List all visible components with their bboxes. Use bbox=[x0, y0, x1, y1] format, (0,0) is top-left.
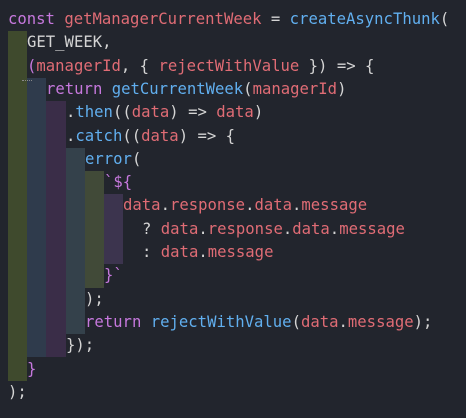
code-token: data bbox=[300, 312, 339, 331]
code-token: = bbox=[261, 10, 290, 28]
code-token: getCurrentWeek bbox=[111, 79, 244, 98]
code-token: ( bbox=[243, 79, 253, 98]
code-token: response bbox=[169, 196, 246, 215]
code-token: ); bbox=[413, 312, 433, 331]
code-token: ( bbox=[27, 56, 37, 75]
code-token: ) bbox=[337, 79, 347, 98]
code-editor[interactable]: const getManagerCurrentWeek = createAsyn… bbox=[0, 0, 466, 418]
code-token: rejectWithValue bbox=[158, 56, 300, 75]
code-token: data bbox=[254, 196, 293, 215]
code-line[interactable]: error( bbox=[85, 148, 141, 171]
code-token: } bbox=[27, 359, 37, 378]
code-token: rejectWithValue bbox=[150, 312, 292, 331]
code-token: data bbox=[141, 126, 179, 145]
code-line[interactable]: .catch((data) => { bbox=[66, 125, 235, 148]
code-token: . bbox=[66, 126, 76, 145]
code-token: }); bbox=[66, 336, 95, 355]
code-token: GET_WEEK, bbox=[27, 33, 112, 52]
code-token: . bbox=[282, 219, 293, 238]
code-line[interactable]: return getCurrentWeek(managerId) bbox=[46, 78, 346, 101]
indent-guide-level-3 bbox=[46, 101, 66, 358]
code-token: ( bbox=[439, 10, 450, 28]
code-token: . bbox=[338, 312, 348, 331]
code-token: ? bbox=[142, 219, 161, 238]
code-token: createAsyncThunk bbox=[289, 10, 440, 28]
code-line[interactable]: .then((data) => data) bbox=[66, 101, 263, 124]
code-token: ); bbox=[8, 382, 27, 401]
code-token: message bbox=[347, 312, 414, 331]
code-token: message bbox=[301, 196, 368, 215]
code-token: then bbox=[75, 103, 113, 122]
code-token: const bbox=[8, 10, 55, 28]
code-token: error bbox=[85, 149, 132, 168]
code-token: ) => { bbox=[178, 126, 236, 145]
code-token: managerId bbox=[36, 56, 121, 75]
code-line[interactable]: : data.message bbox=[142, 241, 273, 264]
code-token: getManagerCurrentWeek bbox=[64, 10, 262, 28]
code-line[interactable]: ); bbox=[8, 381, 27, 404]
code-token: data bbox=[160, 243, 199, 261]
code-token: . bbox=[160, 196, 170, 215]
code-line[interactable]: }` bbox=[104, 264, 123, 287]
code-token: data bbox=[216, 103, 254, 122]
code-token: response bbox=[207, 219, 283, 238]
code-token: ( bbox=[131, 149, 142, 168]
code-token: , { bbox=[120, 56, 159, 75]
code-token: ); bbox=[85, 289, 104, 308]
code-token: data bbox=[292, 219, 330, 238]
code-token: return bbox=[85, 312, 142, 331]
code-token: message bbox=[339, 219, 405, 238]
fold-marker-icon bbox=[22, 80, 32, 84]
code-line[interactable]: } bbox=[27, 358, 36, 381]
code-token: (( bbox=[112, 103, 132, 122]
code-token: . bbox=[66, 103, 76, 122]
indent-guide-level-4 bbox=[66, 147, 85, 335]
code-token: }` bbox=[104, 266, 123, 285]
code-token: . bbox=[198, 219, 208, 238]
code-token: return bbox=[46, 79, 103, 98]
code-line[interactable]: return rejectWithValue(data.message); bbox=[85, 311, 432, 334]
code-line[interactable]: GET_WEEK, bbox=[27, 31, 112, 54]
indent-guide-level-5 bbox=[85, 171, 104, 288]
code-token: catch bbox=[75, 126, 123, 145]
code-token: message bbox=[207, 243, 274, 261]
code-token: managerId bbox=[252, 79, 338, 98]
code-token: ) => bbox=[169, 103, 217, 122]
code-token: : bbox=[142, 243, 161, 261]
code-token: . bbox=[292, 196, 302, 215]
indent-guide-level-2 bbox=[27, 77, 46, 358]
code-token: data bbox=[160, 219, 199, 238]
code-line[interactable]: data.response.data.message bbox=[123, 194, 367, 217]
code-line[interactable]: `${ bbox=[104, 171, 132, 194]
code-line[interactable]: ? data.response.data.message bbox=[142, 218, 405, 241]
code-token: ) bbox=[253, 103, 264, 122]
code-line[interactable]: ); bbox=[85, 288, 104, 311]
code-token: data bbox=[131, 103, 170, 122]
code-line[interactable]: const getManagerCurrentWeek = createAsyn… bbox=[8, 8, 449, 31]
code-token: ( bbox=[291, 312, 301, 331]
code-token: . bbox=[198, 243, 208, 261]
code-token: }) => { bbox=[299, 56, 375, 75]
code-line[interactable]: }); bbox=[66, 334, 94, 357]
code-token: (( bbox=[122, 126, 142, 145]
code-line[interactable]: (managerId, { rejectWithValue }) => { bbox=[27, 55, 374, 78]
indent-guide-level-6 bbox=[104, 194, 123, 265]
code-token: . bbox=[329, 219, 340, 238]
code-token: `${ bbox=[104, 173, 133, 192]
code-token: data bbox=[123, 196, 161, 215]
